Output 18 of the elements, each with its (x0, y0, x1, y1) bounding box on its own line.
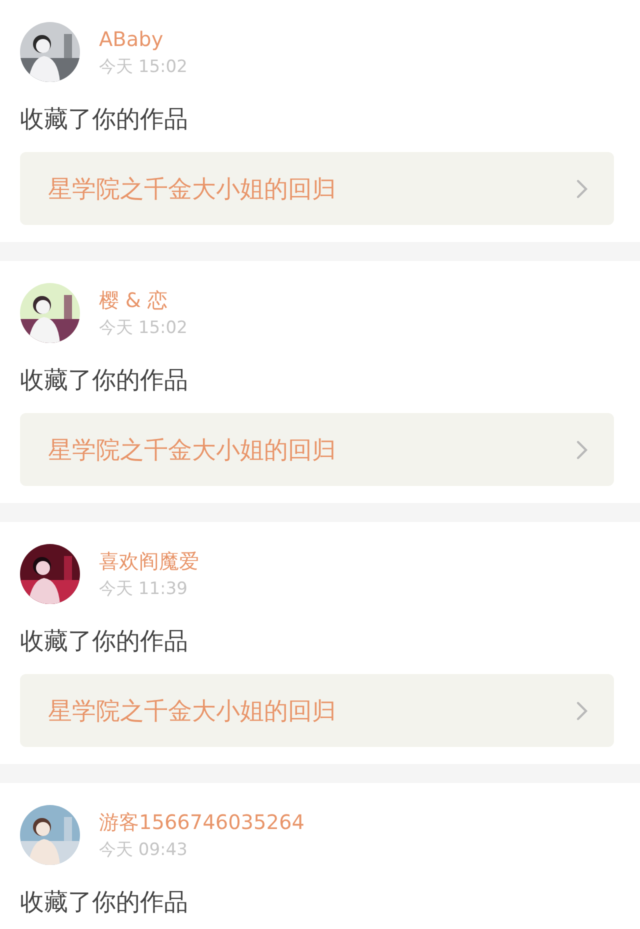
user-name[interactable]: 樱 & 恋 (99, 288, 188, 312)
activity-text: 收藏了你的作品 (20, 365, 189, 395)
timestamp: 今天 15:02 (99, 318, 188, 338)
work-link[interactable]: 星学院之千金大小姐的回归 (20, 674, 614, 747)
timestamp: 今天 15:02 (99, 57, 188, 77)
activity-text: 收藏了你的作品 (20, 887, 189, 917)
timestamp: 今天 11:39 (99, 579, 188, 599)
user-name[interactable]: 游客1566746035264 (99, 810, 304, 834)
activity-text: 收藏了你的作品 (20, 104, 189, 134)
chevron-right-icon (576, 700, 588, 720)
chevron-right-icon (576, 178, 588, 198)
work-link[interactable]: 星学院之千金大小姐的回归 (20, 413, 614, 486)
activity-text: 收藏了你的作品 (20, 626, 189, 656)
chevron-right-icon (576, 440, 588, 460)
user-name[interactable]: 喜欢阎魔爱 (99, 549, 199, 573)
timestamp: 今天 09:43 (99, 840, 188, 860)
user-name[interactable]: ABaby (99, 27, 188, 51)
work-link[interactable]: 星学院之千金大小姐的回归 (20, 152, 614, 225)
